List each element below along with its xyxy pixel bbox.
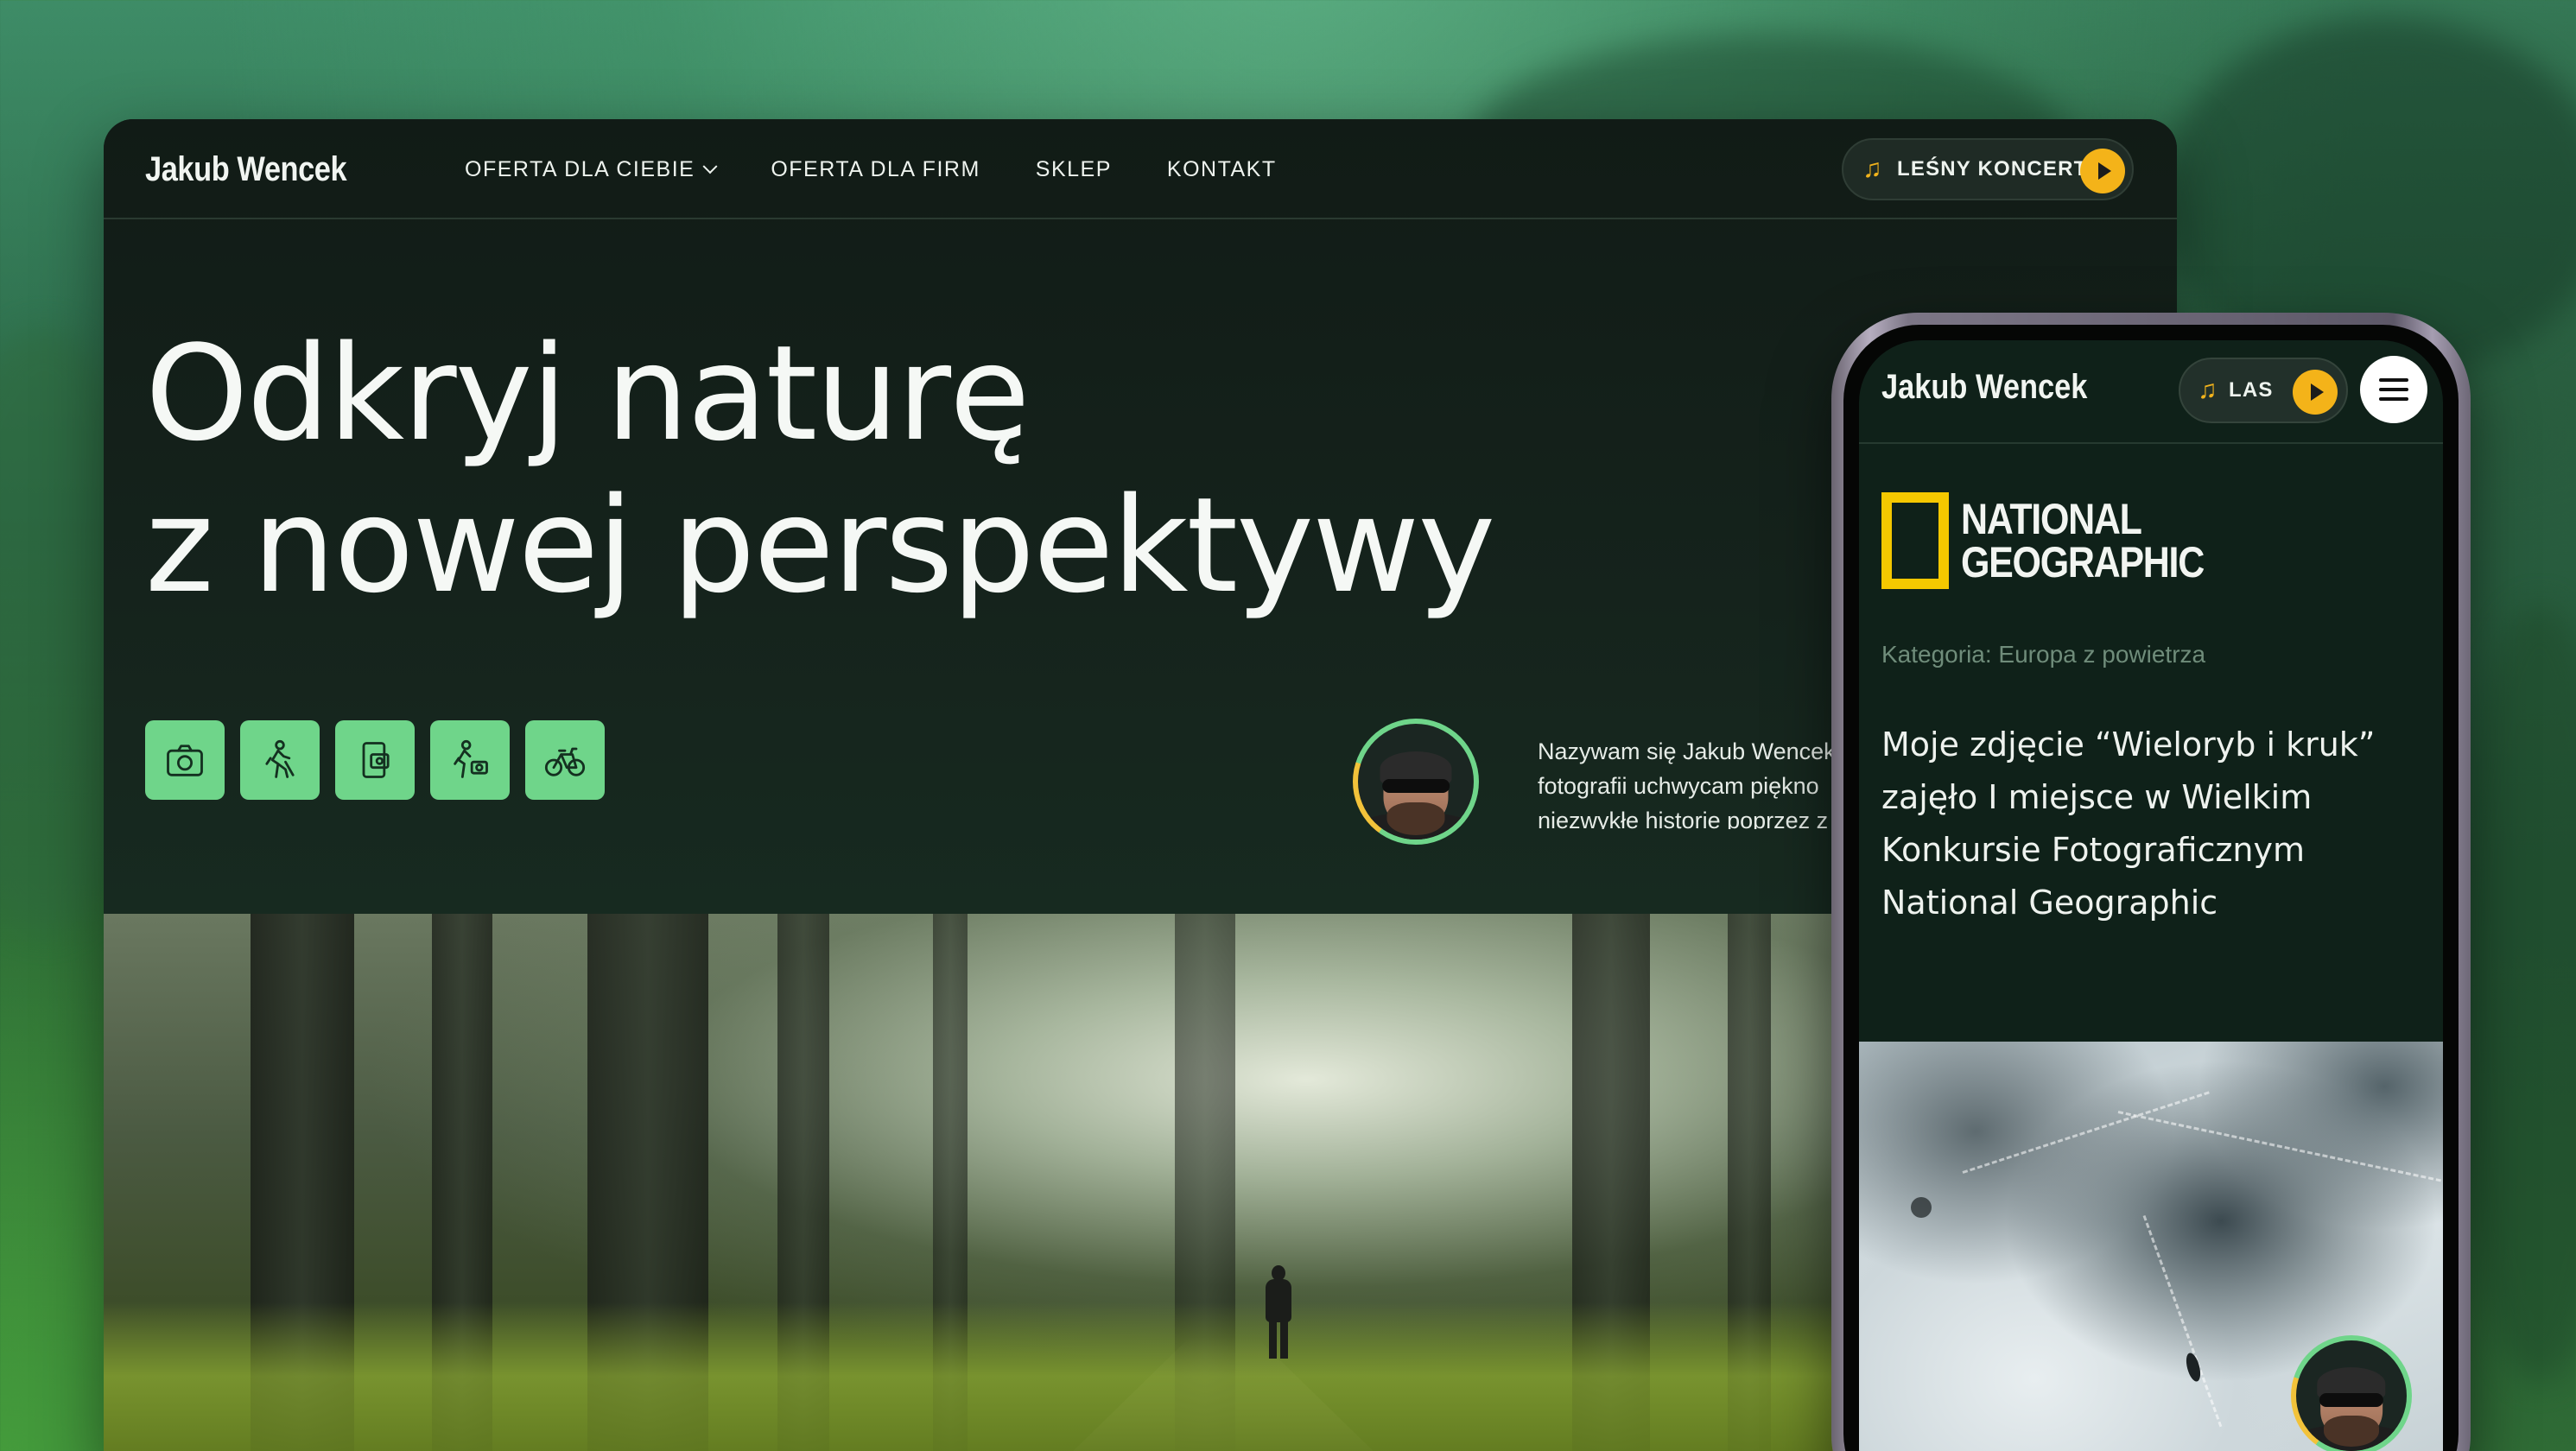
hero-headline: Odkryj naturę z nowej perspektywy bbox=[145, 317, 1495, 622]
chevron-down-icon bbox=[702, 158, 718, 174]
bicycle-icon[interactable] bbox=[525, 720, 605, 800]
ice-crack bbox=[2142, 1214, 2223, 1428]
site-logo[interactable]: Jakub Wencek bbox=[145, 150, 347, 189]
nav-item-label: OFERTA DLA CIEBIE bbox=[465, 157, 695, 181]
ng-yellow-border-icon bbox=[1881, 492, 1949, 589]
top-navigation: Jakub Wencek OFERTA DLA CIEBIE OFERTA DL… bbox=[104, 119, 2177, 219]
hiker-silhouette bbox=[1264, 1265, 1293, 1359]
music-note-icon: ♫ bbox=[2198, 376, 2218, 404]
concert-button-label: LEŚNY KONCERT bbox=[1897, 157, 2088, 181]
nav-item-label: SKLEP bbox=[1035, 157, 1112, 181]
mobile-site-logo[interactable]: Jakub Wencek bbox=[1881, 368, 2087, 407]
aerial-whale-photo bbox=[1859, 1042, 2443, 1451]
ice-crack bbox=[1962, 1091, 2210, 1174]
nav-item-label: OFERTA DLA FIRM bbox=[771, 157, 980, 181]
phone-screen: Jakub Wencek ♫ LAS NATIONAL GEOGRAPHIC K… bbox=[1859, 340, 2443, 1451]
camera-icon[interactable] bbox=[145, 720, 225, 800]
mobile-las-button[interactable]: ♫ LAS bbox=[2179, 358, 2348, 423]
forest-concert-button[interactable]: ♫ LEŚNY KONCERT bbox=[1842, 138, 2134, 200]
las-button-label: LAS bbox=[2229, 378, 2274, 402]
mobile-navigation: Jakub Wencek ♫ LAS bbox=[1859, 340, 2443, 444]
phone-photo-icon[interactable] bbox=[335, 720, 415, 800]
nav-item-oferta-dla-firm[interactable]: OFERTA DLA FIRM bbox=[771, 157, 980, 182]
ng-wordmark: NATIONAL GEOGRAPHIC bbox=[1961, 495, 2205, 586]
nav-item-sklep[interactable]: SKLEP bbox=[1036, 157, 1112, 182]
music-note-icon: ♫ bbox=[1862, 155, 1882, 183]
national-geographic-logo: NATIONAL GEOGRAPHIC bbox=[1881, 492, 2243, 589]
nav-item-label: KONTAKT bbox=[1166, 157, 1277, 181]
hiking-icon[interactable] bbox=[240, 720, 320, 800]
hamburger-menu-icon[interactable] bbox=[2360, 356, 2427, 423]
author-avatar[interactable] bbox=[1353, 719, 1479, 845]
story-text: Moje zdjęcie “Wieloryb i kruk” zajęło I … bbox=[1881, 726, 2376, 922]
hiking-camera-icon[interactable] bbox=[430, 720, 510, 800]
nav-links: OFERTA DLA CIEBIE OFERTA DLA FIRM SKLEP … bbox=[465, 157, 1332, 182]
headline-line-2: z nowej perspektywy bbox=[145, 469, 1495, 622]
nav-item-oferta-dla-ciebie[interactable]: OFERTA DLA CIEBIE bbox=[465, 157, 718, 182]
raven-silhouette bbox=[1911, 1197, 1932, 1218]
phone-mockup: Jakub Wencek ♫ LAS NATIONAL GEOGRAPHIC K… bbox=[1831, 313, 2471, 1451]
background-foliage bbox=[2453, 605, 2576, 1382]
service-icon-row bbox=[145, 720, 605, 800]
nav-item-kontakt[interactable]: KONTAKT bbox=[1167, 157, 1277, 182]
story-category: Kategoria: Europa z powietrza bbox=[1881, 641, 2206, 668]
play-icon[interactable] bbox=[2080, 149, 2125, 193]
ice-crack bbox=[2117, 1111, 2443, 1186]
headline-line-1: Odkryj naturę bbox=[145, 317, 1031, 470]
mobile-author-avatar[interactable] bbox=[2291, 1335, 2412, 1451]
phone-bezel: Jakub Wencek ♫ LAS NATIONAL GEOGRAPHIC K… bbox=[1843, 325, 2459, 1451]
play-icon[interactable] bbox=[2293, 370, 2338, 415]
